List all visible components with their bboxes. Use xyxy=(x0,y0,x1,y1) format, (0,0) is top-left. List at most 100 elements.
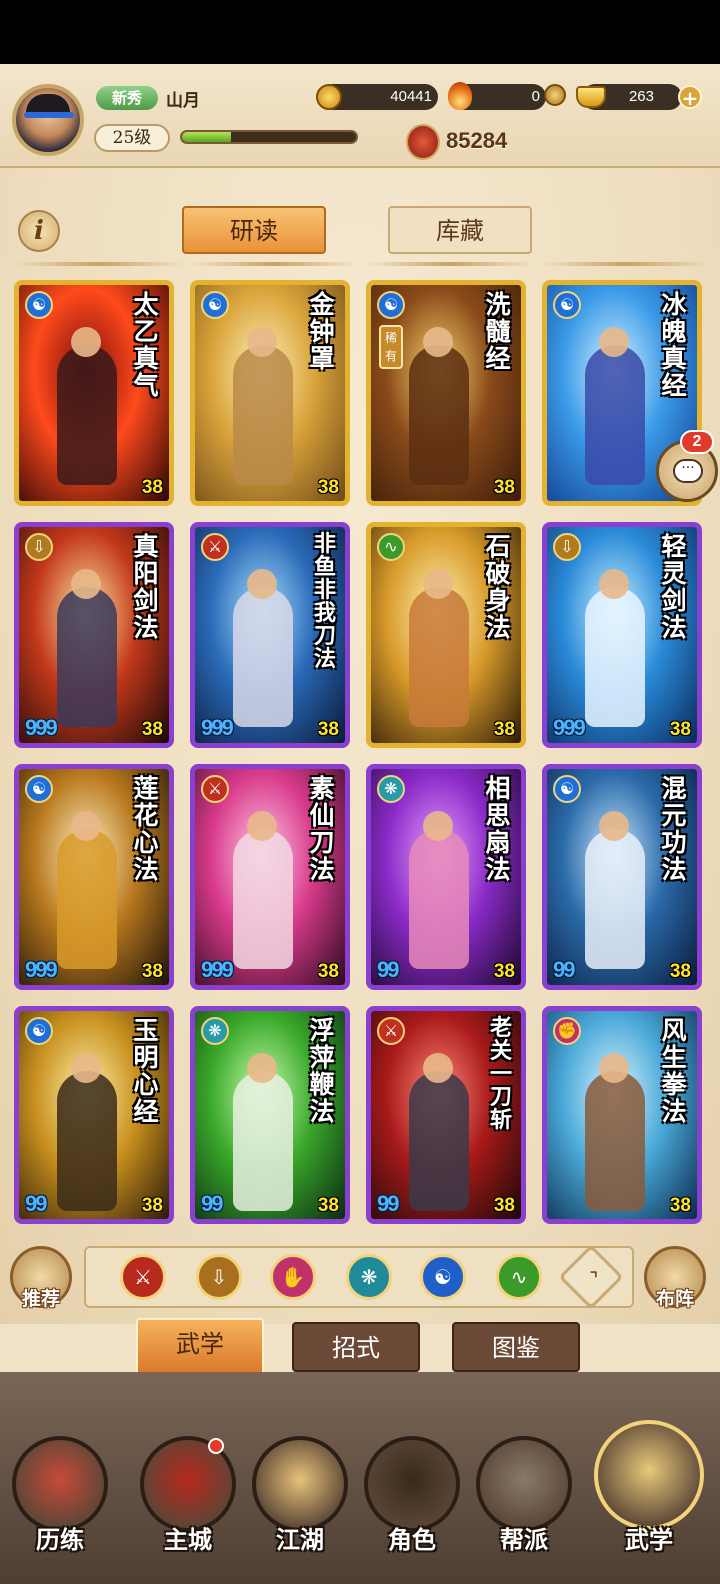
bronze-icon xyxy=(544,84,566,106)
card-title: 非鱼非我刀法 xyxy=(313,531,336,672)
fan-icon: ❋ xyxy=(201,1017,229,1045)
recommend-button[interactable]: 推荐 xyxy=(10,1246,72,1310)
skill-card[interactable]: ⚔ 老关一刀斩 99 38 xyxy=(366,1006,526,1224)
skill-card[interactable]: ☯ 混元功法 99 38 xyxy=(542,764,702,990)
card-level: 38 xyxy=(141,477,163,498)
notification-dot xyxy=(208,1438,224,1454)
boot-icon: ∿ xyxy=(377,533,405,561)
card-character-head xyxy=(599,811,629,841)
card-character xyxy=(57,345,117,485)
card-character-head xyxy=(247,811,277,841)
skill-card[interactable]: ⇩ 真阳剑法 999 38 xyxy=(14,522,174,748)
filter-fist-icon[interactable]: ✋ xyxy=(270,1254,316,1300)
skill-card[interactable]: ☯ 玉明心经 99 38 xyxy=(14,1006,174,1224)
yin-yang-icon: ☯ xyxy=(25,1017,53,1045)
player-avatar[interactable] xyxy=(12,84,84,156)
card-character-head xyxy=(71,1053,101,1083)
card-level: 38 xyxy=(141,719,163,740)
subtab-moves[interactable]: 招式 xyxy=(292,1322,420,1372)
card-title: 冰魄真经 xyxy=(661,290,687,400)
card-character xyxy=(233,587,293,727)
filter-yin-yang-icon[interactable]: ☯ xyxy=(420,1254,466,1300)
skill-card[interactable]: ✊ 风生拳法 38 xyxy=(542,1006,702,1224)
divider xyxy=(14,262,184,266)
card-title: 素仙刀法 xyxy=(309,774,335,884)
card-title: 金钟罩 xyxy=(309,290,335,373)
skill-card[interactable]: ☯ 稀有 洗髓经 38 xyxy=(366,280,526,506)
nav-training-icon[interactable] xyxy=(12,1436,108,1532)
flame-value: 0 xyxy=(531,88,540,105)
card-character xyxy=(409,587,469,727)
yin-yang-icon: ☯ xyxy=(377,291,405,319)
sword-icon: ⇩ xyxy=(553,533,581,561)
divider xyxy=(366,262,534,266)
card-level: 38 xyxy=(493,961,515,982)
card-copies: 99 xyxy=(25,1191,48,1216)
card-character xyxy=(233,345,293,485)
card-character-head xyxy=(423,1053,453,1083)
skill-card[interactable]: ☯ 金钟罩 38 xyxy=(190,280,350,506)
card-level: 38 xyxy=(141,1195,163,1216)
card-character-head xyxy=(423,811,453,841)
add-currency-icon[interactable]: + xyxy=(678,85,702,109)
nav-guild-icon[interactable] xyxy=(476,1436,572,1532)
card-copies: 99 xyxy=(377,957,400,982)
card-character xyxy=(57,587,117,727)
skill-card[interactable]: ∿ 石破身法 38 xyxy=(366,522,526,748)
yin-yang-icon: ☯ xyxy=(25,291,53,319)
nav-training-label: 历练 xyxy=(36,1525,84,1554)
card-character xyxy=(585,1071,645,1211)
skill-card[interactable]: ☯ 太乙真气 38 xyxy=(14,280,174,506)
skill-card[interactable]: ❋ 相思扇法 99 38 xyxy=(366,764,526,990)
card-character-head xyxy=(423,569,453,599)
filter-blade-icon[interactable]: ⚔ xyxy=(120,1254,166,1300)
nav-jianghu-icon[interactable] xyxy=(252,1436,348,1532)
skill-card[interactable]: ⚔ 素仙刀法 999 38 xyxy=(190,764,350,990)
card-copies: 999 xyxy=(201,957,234,982)
info-button[interactable]: i xyxy=(18,210,60,252)
chat-notification-badge: 2 xyxy=(680,430,714,454)
status-bar xyxy=(0,0,720,64)
card-character-head xyxy=(599,569,629,599)
fan-icon: ❋ xyxy=(377,775,405,803)
yin-yang-icon: ☯ xyxy=(553,291,581,319)
skill-card[interactable]: ⇩ 轻灵剑法 999 38 xyxy=(542,522,702,748)
yin-yang-icon: ☯ xyxy=(553,775,581,803)
subtab-martial[interactable]: 武学 xyxy=(136,1318,264,1376)
card-title: 太乙真气 xyxy=(133,290,159,400)
subtab-codex[interactable]: 图鉴 xyxy=(452,1322,580,1372)
filter-boot-icon[interactable]: ∿ xyxy=(496,1254,542,1300)
fist-icon: ✊ xyxy=(553,1017,581,1045)
card-level: 38 xyxy=(669,961,691,982)
yin-yang-icon: ☯ xyxy=(25,775,53,803)
combat-power-value: 85284 xyxy=(446,128,508,153)
player-name: 山月 xyxy=(166,91,200,111)
nav-character-icon[interactable] xyxy=(364,1436,460,1532)
card-character-head xyxy=(599,327,629,357)
card-character xyxy=(233,829,293,969)
nav-martial-label: 武学 xyxy=(625,1525,673,1554)
player-level: 25级 xyxy=(94,124,170,152)
card-character xyxy=(585,587,645,727)
filter-fan-icon[interactable]: ❋ xyxy=(346,1254,392,1300)
formation-button[interactable]: 布阵 xyxy=(644,1246,706,1310)
rank-badge: 新秀 xyxy=(96,86,158,110)
card-character xyxy=(409,345,469,485)
nav-main-city-label: 主城 xyxy=(164,1525,212,1554)
card-title: 混元功法 xyxy=(661,774,687,884)
card-character-head xyxy=(71,327,101,357)
tab-study[interactable]: 研读 xyxy=(182,206,326,254)
divider xyxy=(190,262,358,266)
card-title: 风生拳法 xyxy=(661,1016,687,1126)
nav-martial-icon[interactable] xyxy=(594,1420,704,1530)
skill-card[interactable]: ⚔ 非鱼非我刀法 999 38 xyxy=(190,522,350,748)
filter-sword-icon[interactable]: ⇩ xyxy=(196,1254,242,1300)
tab-storage[interactable]: 库藏 xyxy=(388,206,532,254)
card-character xyxy=(409,1071,469,1211)
card-copies: 999 xyxy=(25,715,58,740)
recommend-label: 推荐 xyxy=(21,1288,60,1310)
skill-card[interactable]: ❋ 浮萍鞭法 99 38 xyxy=(190,1006,350,1224)
card-character-head xyxy=(71,811,101,841)
skill-card[interactable]: ☯ 莲花心法 999 38 xyxy=(14,764,174,990)
card-level: 38 xyxy=(669,1195,691,1216)
